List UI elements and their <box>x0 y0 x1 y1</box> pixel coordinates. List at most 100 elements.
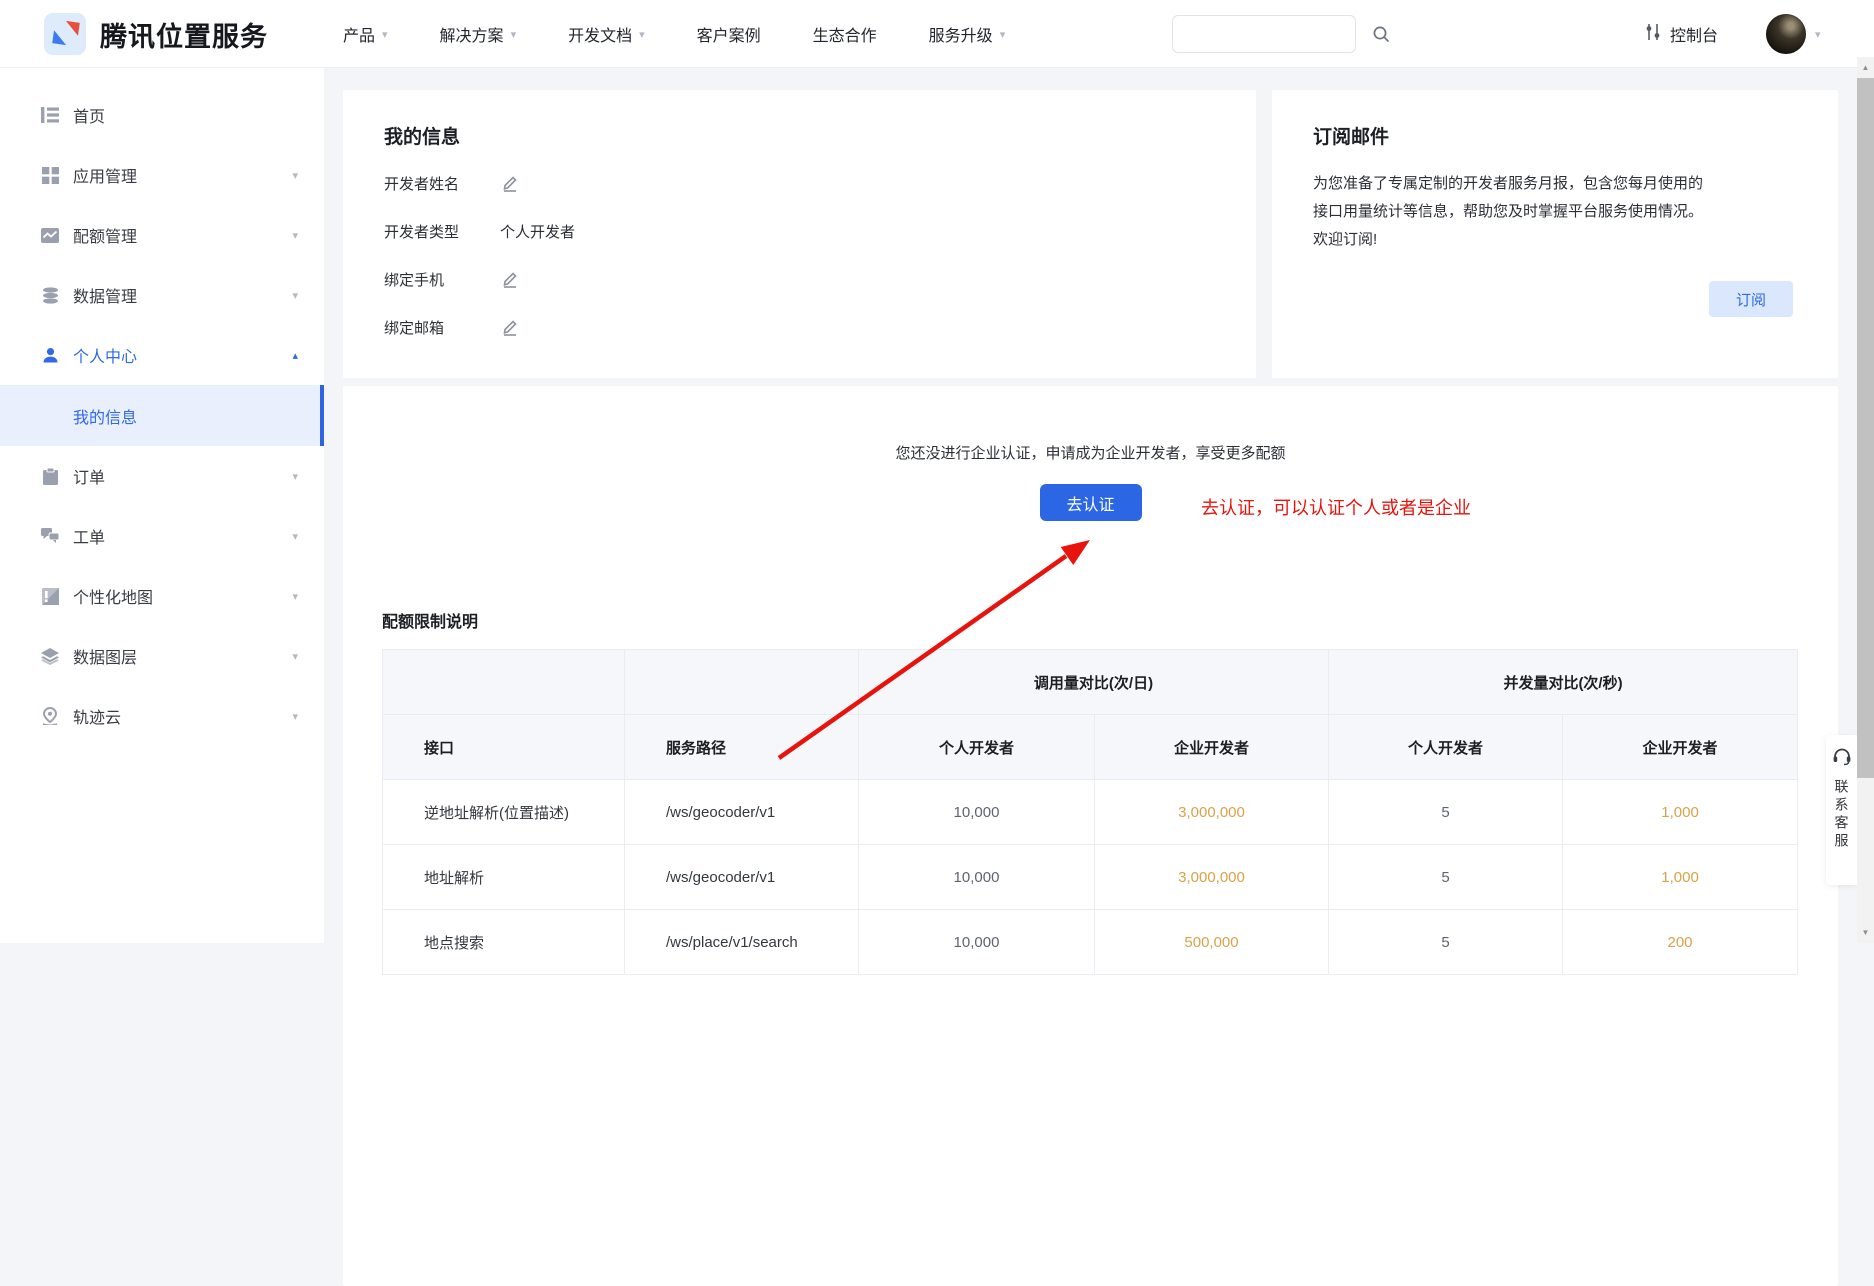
sidebar-item-label: 数据图层 <box>73 644 292 668</box>
personal-qps-cell: 5 <box>1329 910 1563 975</box>
sidebar-item-app-management[interactable]: 应用管理 ▾ <box>0 145 324 205</box>
sidebar-item-tickets[interactable]: 工单 ▾ <box>0 506 324 566</box>
sidebar-item-label: 个性化地图 <box>73 584 292 608</box>
sidebar-item-track-cloud[interactable]: 轨迹云 ▾ <box>0 686 324 746</box>
chevron-down-icon: ▾ <box>382 28 388 41</box>
api-cell: 地址解析 <box>383 845 625 910</box>
enterprise-daily-cell: 3,000,000 <box>1095 780 1329 845</box>
sidebar-subitem-label: 我的信息 <box>73 404 324 428</box>
contact-support-tab[interactable]: 联系客服 <box>1826 735 1857 885</box>
brand-logo[interactable]: 腾讯位置服务 <box>44 13 268 55</box>
sidebar: 首页 应用管理 ▾ 配额管理 ▾ 数据管理 ▾ 个人中心 ▴ 我的信息 订单 <box>0 68 324 943</box>
chevron-down-icon: ▾ <box>511 28 517 41</box>
api-cell: 地点搜索 <box>383 910 625 975</box>
nav-item-docs[interactable]: 开发文档 ▾ <box>568 22 645 46</box>
my-info-card: 我的信息 开发者姓名 开发者类型 个人开发者 绑定手机 绑定邮箱 <box>343 90 1256 378</box>
subscribe-title: 订阅邮件 <box>1313 122 1797 149</box>
sidebar-item-personal-center[interactable]: 个人中心 ▴ <box>0 325 324 385</box>
my-info-title: 我的信息 <box>384 122 1256 149</box>
enterprise-daily-cell: 500,000 <box>1095 910 1329 975</box>
sidebar-subitem-my-info[interactable]: 我的信息 <box>0 385 324 446</box>
edit-email-button[interactable] <box>500 318 519 337</box>
col-header-enterprise-qps: 企业开发者 <box>1563 715 1798 780</box>
col-header-enterprise-daily: 企业开发者 <box>1095 715 1329 780</box>
personal-qps-cell: 5 <box>1329 780 1563 845</box>
path-cell: /ws/place/v1/search <box>625 910 859 975</box>
chevron-down-icon: ▾ <box>1000 28 1006 41</box>
certification-message: 您还没进行企业认证，申请成为企业开发者，享受更多配额 <box>343 442 1838 463</box>
chat-bubbles-icon <box>40 526 60 546</box>
chevron-down-icon: ▾ <box>292 650 298 663</box>
quota-table: 调用量对比(次/日) 并发量对比(次/秒) 接口 服务路径 个人开发者 企业开发… <box>382 649 1798 975</box>
location-pin-icon <box>40 706 60 726</box>
subscribe-description: 为您准备了专属定制的开发者服务月报，包含您每月使用的接口用量统计等信息，帮助您及… <box>1313 170 1715 254</box>
enterprise-qps-cell: 1,000 <box>1563 845 1798 910</box>
edit-name-button[interactable] <box>500 174 519 193</box>
chevron-down-icon: ▾ <box>292 530 298 543</box>
edit-phone-button[interactable] <box>500 270 519 289</box>
scrollbar-up-arrow[interactable]: ▲ <box>1857 59 1874 76</box>
database-icon <box>40 285 60 305</box>
subscribe-button[interactable]: 订阅 <box>1709 281 1793 317</box>
profile-row-label: 开发者姓名 <box>384 173 500 194</box>
nav-item-label: 产品 <box>343 22 375 46</box>
enterprise-daily-cell: 3,000,000 <box>1095 845 1329 910</box>
go-certify-button[interactable]: 去认证 <box>1040 484 1142 521</box>
table-row: 逆地址解析(位置描述) /ws/geocoder/v1 10,000 3,000… <box>383 780 1798 845</box>
daily-calls-group-header: 调用量对比(次/日) <box>859 650 1329 715</box>
table-row: 地址解析 /ws/geocoder/v1 10,000 3,000,000 5 … <box>383 845 1798 910</box>
nav-item-upgrade[interactable]: 服务升级 ▾ <box>929 22 1006 46</box>
subscribe-mail-card: 订阅邮件 为您准备了专属定制的开发者服务月报，包含您每月使用的接口用量统计等信息… <box>1272 90 1838 378</box>
quota-column-header-row: 接口 服务路径 个人开发者 企业开发者 个人开发者 企业开发者 <box>383 715 1798 780</box>
console-link[interactable]: 控制台 <box>1645 0 1718 68</box>
nav-item-ecosystem[interactable]: 生态合作 <box>813 22 877 46</box>
chevron-down-icon: ▾ <box>292 289 298 302</box>
nav-item-cases[interactable]: 客户案例 <box>697 22 761 46</box>
headset-icon <box>1832 747 1852 771</box>
sidebar-item-label: 配额管理 <box>73 223 292 247</box>
layers-icon <box>40 646 60 666</box>
top-navbar: 腾讯位置服务 产品 ▾ 解决方案 ▾ 开发文档 ▾ 客户案例 生态合作 服务升级… <box>0 0 1874 68</box>
qps-group-header: 并发量对比(次/秒) <box>1329 650 1798 715</box>
sidebar-item-data-layers[interactable]: 数据图层 ▾ <box>0 626 324 686</box>
api-cell: 逆地址解析(位置描述) <box>383 780 625 845</box>
profile-row-type: 开发者类型 个人开发者 <box>384 217 1256 245</box>
sidebar-item-data-management[interactable]: 数据管理 ▾ <box>0 265 324 325</box>
nav-item-label: 服务升级 <box>929 22 993 46</box>
nav-item-products[interactable]: 产品 ▾ <box>343 22 388 46</box>
col-header-api: 接口 <box>383 715 625 780</box>
quota-heading: 配额限制说明 <box>382 608 478 632</box>
quota-group-header-row: 调用量对比(次/日) 并发量对比(次/秒) <box>383 650 1798 715</box>
chevron-down-icon: ▾ <box>292 710 298 723</box>
avatar-chevron-down-icon[interactable]: ▾ <box>1815 28 1821 41</box>
chevron-down-icon: ▾ <box>292 590 298 603</box>
scrollbar-down-arrow[interactable]: ▼ <box>1857 924 1874 941</box>
sidebar-item-quota-management[interactable]: 配额管理 ▾ <box>0 205 324 265</box>
chart-icon <box>40 225 60 245</box>
nav-item-solutions[interactable]: 解决方案 ▾ <box>440 22 517 46</box>
search-box <box>1172 15 1356 53</box>
sidebar-item-label: 首页 <box>73 103 298 127</box>
path-cell: /ws/geocoder/v1 <box>625 780 859 845</box>
sidebar-item-orders[interactable]: 订单 ▾ <box>0 446 324 506</box>
user-avatar[interactable] <box>1766 14 1806 54</box>
scrollbar-thumb[interactable] <box>1857 78 1874 778</box>
sidebar-item-custom-map[interactable]: 个性化地图 ▾ <box>0 566 324 626</box>
col-header-personal-daily: 个人开发者 <box>859 715 1095 780</box>
col-header-personal-qps: 个人开发者 <box>1329 715 1563 780</box>
personal-daily-cell: 10,000 <box>859 910 1095 975</box>
sidebar-item-label: 应用管理 <box>73 163 292 187</box>
search-icon[interactable] <box>1372 25 1390 43</box>
chevron-down-icon: ▾ <box>292 470 298 483</box>
brand-name: 腾讯位置服务 <box>100 15 268 54</box>
nav-item-label: 开发文档 <box>568 22 632 46</box>
enterprise-qps-cell: 200 <box>1563 910 1798 975</box>
col-header-path: 服务路径 <box>625 715 859 780</box>
search-input[interactable] <box>1173 16 1372 52</box>
sidebar-item-label: 数据管理 <box>73 283 292 307</box>
profile-row-label: 绑定手机 <box>384 269 500 290</box>
path-cell: /ws/geocoder/v1 <box>625 845 859 910</box>
sidebar-item-label: 轨迹云 <box>73 704 292 728</box>
profile-row-label: 开发者类型 <box>384 221 500 242</box>
sidebar-item-home[interactable]: 首页 <box>0 85 324 145</box>
